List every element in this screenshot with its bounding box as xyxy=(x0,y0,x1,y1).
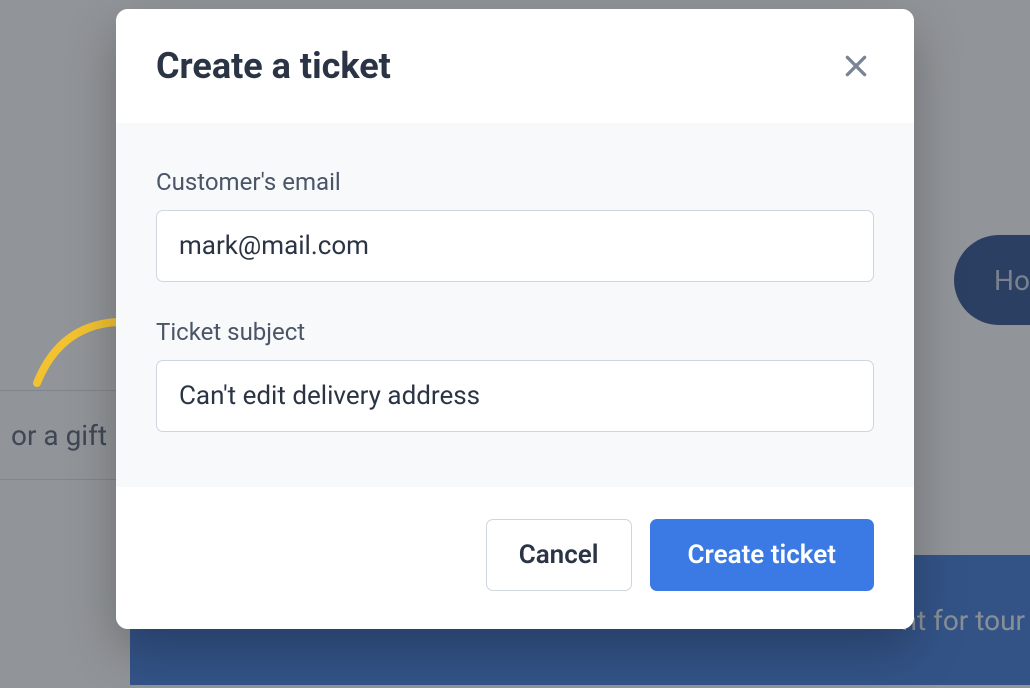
subject-form-group: Ticket subject xyxy=(156,318,874,432)
modal-footer: Cancel Create ticket xyxy=(116,487,914,629)
email-form-group: Customer's email xyxy=(156,168,874,282)
modal-header: Create a ticket xyxy=(116,9,914,123)
modal-body: Customer's email Ticket subject xyxy=(116,123,914,487)
customer-email-input[interactable] xyxy=(156,210,874,282)
ticket-subject-input[interactable] xyxy=(156,360,874,432)
modal-title: Create a ticket xyxy=(156,45,391,87)
close-icon xyxy=(843,53,869,79)
email-label: Customer's email xyxy=(156,168,874,196)
subject-label: Ticket subject xyxy=(156,318,874,346)
create-ticket-modal: Create a ticket Customer's email Ticket … xyxy=(116,9,914,629)
cancel-button[interactable]: Cancel xyxy=(486,519,632,591)
create-ticket-button[interactable]: Create ticket xyxy=(650,519,875,591)
close-button[interactable] xyxy=(838,48,874,84)
